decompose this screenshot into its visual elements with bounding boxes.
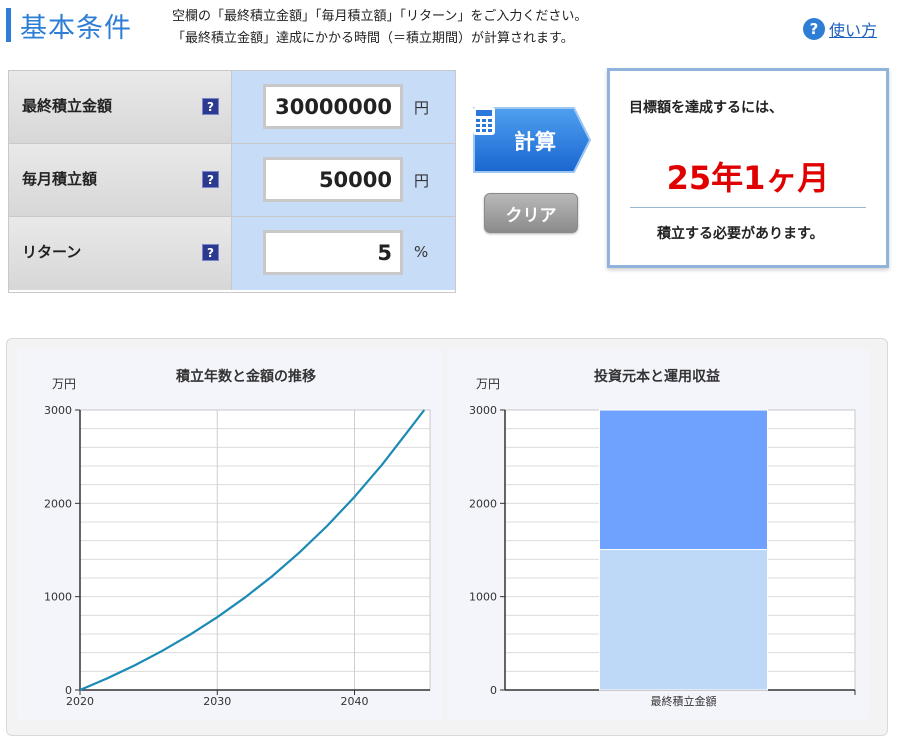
unit-label: 円 bbox=[414, 172, 430, 190]
calculator-icon bbox=[473, 107, 495, 135]
help-question-icon[interactable]: ? bbox=[202, 171, 219, 188]
x-tick-label: 2040 bbox=[341, 695, 369, 708]
y-tick-label: 3000 bbox=[44, 404, 72, 417]
y-tick-label: 3000 bbox=[469, 404, 497, 417]
form-row-monthly-amount: 毎月積立額 ? 円 bbox=[9, 144, 455, 217]
result-divider bbox=[630, 207, 866, 208]
label-cell: 毎月積立額 ? bbox=[9, 144, 232, 216]
page-title: 基本条件 bbox=[20, 13, 132, 44]
result-period: 25年1ヶ月 bbox=[666, 159, 830, 197]
unit-label: % bbox=[414, 243, 429, 261]
return-input[interactable] bbox=[263, 230, 403, 275]
label-cell: 最終積立金額 ? bbox=[9, 71, 232, 143]
form-row-return: リターン ? % bbox=[9, 217, 455, 290]
clear-button[interactable]: クリア bbox=[484, 193, 578, 233]
form-row-target-amount: 最終積立金額 ? 円 bbox=[9, 71, 455, 144]
bar-chart-title: 投資元本と運用収益 bbox=[594, 369, 720, 385]
unit-label: 円 bbox=[414, 99, 430, 117]
result-box: 目標額を達成するには、 25年1ヶ月 積立する必要があります。 bbox=[607, 68, 889, 268]
line-chart: 01000200030002020 2030 2040 bbox=[44, 404, 431, 708]
value-cell: 円 bbox=[232, 71, 455, 143]
result-intro: 目標額を達成するには、 bbox=[629, 100, 783, 116]
y-tick-label: 1000 bbox=[469, 591, 497, 604]
help-question-icon[interactable]: ? bbox=[202, 244, 219, 261]
line-chart-title: 積立年数と金額の推移 bbox=[176, 369, 316, 385]
monthly-amount-input[interactable] bbox=[263, 157, 403, 202]
y-tick-label: 2000 bbox=[469, 497, 497, 510]
result-outro: 積立する必要があります。 bbox=[657, 226, 824, 242]
label-cell: リターン ? bbox=[9, 217, 232, 290]
usage-help-label: 使い方 bbox=[829, 21, 878, 40]
title-accent-bar bbox=[6, 8, 11, 42]
target-amount-label: 最終積立金額 bbox=[22, 97, 113, 115]
bar-chart: 0 1000 2000 3000 最終積立金額 bbox=[469, 404, 856, 708]
return-label: リターン bbox=[22, 243, 82, 261]
value-cell: % bbox=[232, 217, 455, 290]
plot-area bbox=[80, 410, 430, 690]
instructions-line-1: 空欄の「最終積立金額」「毎月積立額」「リターン」をご入力ください。 bbox=[172, 9, 588, 24]
y-tick-label: 1000 bbox=[44, 591, 72, 604]
bar-segment-upper bbox=[599, 409, 768, 551]
x-category-label: 最終積立金額 bbox=[651, 694, 717, 708]
value-cell: 円 bbox=[232, 144, 455, 216]
instructions-line-2: 「最終積立金額」達成にかかる時間（＝積立期間）が計算されます。 bbox=[172, 31, 574, 46]
x-tick-label: 2020 bbox=[66, 695, 94, 708]
y-tick-label: 0 bbox=[490, 684, 497, 697]
x-tick-label: 2030 bbox=[203, 695, 231, 708]
y-tick-label: 2000 bbox=[44, 497, 72, 510]
monthly-amount-label: 毎月積立額 bbox=[22, 170, 98, 188]
target-amount-input[interactable] bbox=[263, 84, 403, 129]
input-form: 最終積立金額 ? 円 毎月積立額 ? 円 リターン ? % bbox=[8, 70, 456, 293]
bar-segment-lower bbox=[599, 549, 768, 691]
usage-help-link[interactable]: ? 使い方 bbox=[803, 17, 877, 41]
help-question-icon[interactable]: ? bbox=[202, 98, 219, 115]
instructions: 空欄の「最終積立金額」「毎月積立額」「リターン」をご入力ください。 「最終積立金… bbox=[172, 6, 587, 50]
calculate-button[interactable]: 計算 bbox=[472, 106, 592, 174]
question-circle-icon: ? bbox=[803, 18, 825, 40]
calculate-button-label: 計算 bbox=[514, 130, 556, 154]
